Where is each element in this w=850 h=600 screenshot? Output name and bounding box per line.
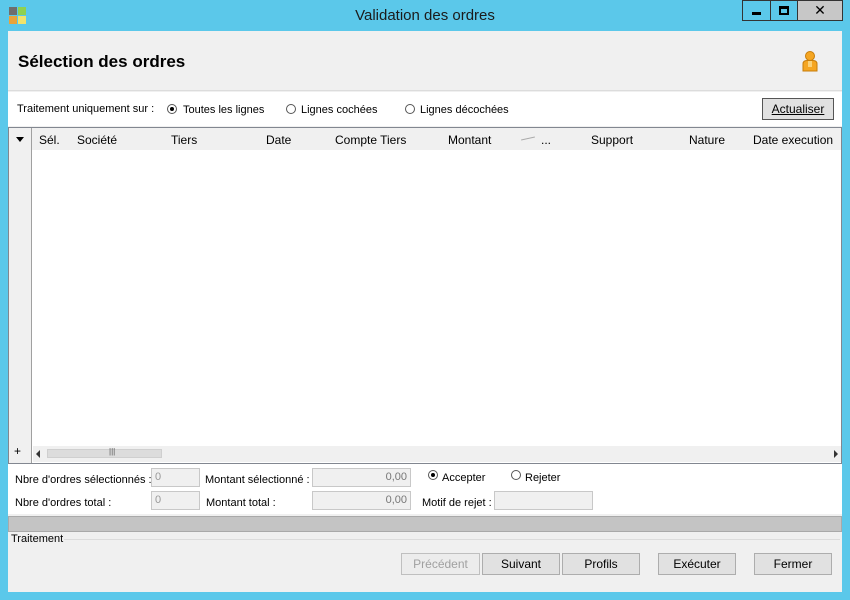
- total-count-label: Nbre d'ordres total :: [15, 497, 112, 509]
- scroll-thumb[interactable]: [47, 449, 162, 458]
- sort-indicator-icon: [521, 136, 535, 141]
- column-header-more[interactable]: ...: [541, 133, 551, 147]
- column-header-date[interactable]: Date: [266, 133, 291, 147]
- total-amount-label: Montant total :: [206, 497, 276, 509]
- column-header-support[interactable]: Support: [591, 133, 633, 147]
- column-header-sel[interactable]: Sél.: [39, 133, 60, 147]
- progress-bar: [8, 516, 842, 532]
- selected-amount-field: 0,00: [312, 468, 411, 487]
- next-button[interactable]: Suivant: [482, 553, 560, 575]
- selected-amount-label: Montant sélectionné :: [205, 474, 310, 486]
- column-header-compte-tiers[interactable]: Compte Tiers: [335, 133, 406, 147]
- expand-plus-icon[interactable]: +: [14, 444, 21, 458]
- scroll-grip-icon: |||: [109, 447, 116, 456]
- refresh-button-label: Actualiser: [771, 102, 825, 116]
- radio-accept[interactable]: [428, 470, 438, 480]
- radio-reject-label[interactable]: Rejeter: [525, 472, 560, 484]
- close-window-button[interactable]: ✕: [797, 0, 843, 21]
- treatment-group-label: Traitement: [11, 533, 64, 545]
- column-header-societe[interactable]: Société: [77, 133, 117, 147]
- grid-header: Sél. Société Tiers Date Compte Tiers Mon…: [9, 128, 841, 150]
- maximize-button[interactable]: [770, 0, 798, 21]
- client-area: Sélection des ordres Traitement uniqueme…: [8, 31, 842, 592]
- filter-bar: Traitement uniquement sur : Toutes les l…: [8, 92, 842, 126]
- header-panel: Sélection des ordres: [8, 31, 842, 91]
- scroll-right-icon[interactable]: [834, 450, 838, 458]
- column-header-montant[interactable]: Montant: [448, 133, 491, 147]
- total-count-field: 0: [151, 491, 200, 510]
- row-selector-strip: [9, 128, 32, 463]
- maximize-icon: [779, 6, 789, 15]
- filter-label: Traitement uniquement sur :: [17, 103, 155, 115]
- orders-grid[interactable]: Sél. Société Tiers Date Compte Tiers Mon…: [8, 127, 842, 464]
- close-button[interactable]: Fermer: [754, 553, 832, 575]
- column-header-tiers[interactable]: Tiers: [171, 133, 197, 147]
- radio-all-lines-label[interactable]: Toutes les lignes: [183, 104, 264, 116]
- selected-count-label: Nbre d'ordres sélectionnés :: [15, 474, 152, 486]
- minimize-icon: [752, 12, 761, 15]
- previous-button[interactable]: Précédent: [401, 553, 480, 575]
- user-icon[interactable]: [800, 50, 820, 72]
- grid-menu-dropdown-icon[interactable]: [16, 137, 24, 142]
- app-window: Validation des ordres ✕ Sélection des or…: [0, 0, 850, 600]
- radio-checked-lines[interactable]: [286, 104, 296, 114]
- profiles-button[interactable]: Profils: [562, 553, 640, 575]
- window-title: Validation des ordres: [355, 7, 495, 24]
- close-icon: ✕: [814, 2, 826, 19]
- column-header-nature[interactable]: Nature: [689, 133, 725, 147]
- scroll-left-icon[interactable]: [36, 450, 40, 458]
- reject-reason-field[interactable]: [494, 491, 593, 510]
- column-header-date-execution[interactable]: Date execution: [753, 133, 833, 147]
- refresh-button[interactable]: Actualiser: [762, 98, 834, 120]
- radio-unchecked-lines-label[interactable]: Lignes décochées: [420, 104, 509, 116]
- selected-count-field: 0: [151, 468, 200, 487]
- minimize-button[interactable]: [742, 0, 771, 21]
- radio-all-lines[interactable]: [167, 104, 177, 114]
- treatment-group-divider: [64, 539, 840, 540]
- execute-button[interactable]: Exécuter: [658, 553, 736, 575]
- radio-unchecked-lines[interactable]: [405, 104, 415, 114]
- summary-panel: Nbre d'ordres sélectionnés : 0 Montant s…: [8, 464, 842, 514]
- title-bar[interactable]: Validation des ordres ✕: [0, 0, 850, 31]
- total-amount-field: 0,00: [312, 491, 411, 510]
- grid-body[interactable]: [33, 150, 841, 446]
- radio-accept-label[interactable]: Accepter: [442, 472, 485, 484]
- radio-reject[interactable]: [511, 470, 521, 480]
- page-title: Sélection des ordres: [18, 52, 186, 71]
- reject-reason-label: Motif de rejet :: [422, 497, 492, 509]
- horizontal-scrollbar[interactable]: |||: [33, 446, 841, 462]
- radio-checked-lines-label[interactable]: Lignes cochées: [301, 104, 377, 116]
